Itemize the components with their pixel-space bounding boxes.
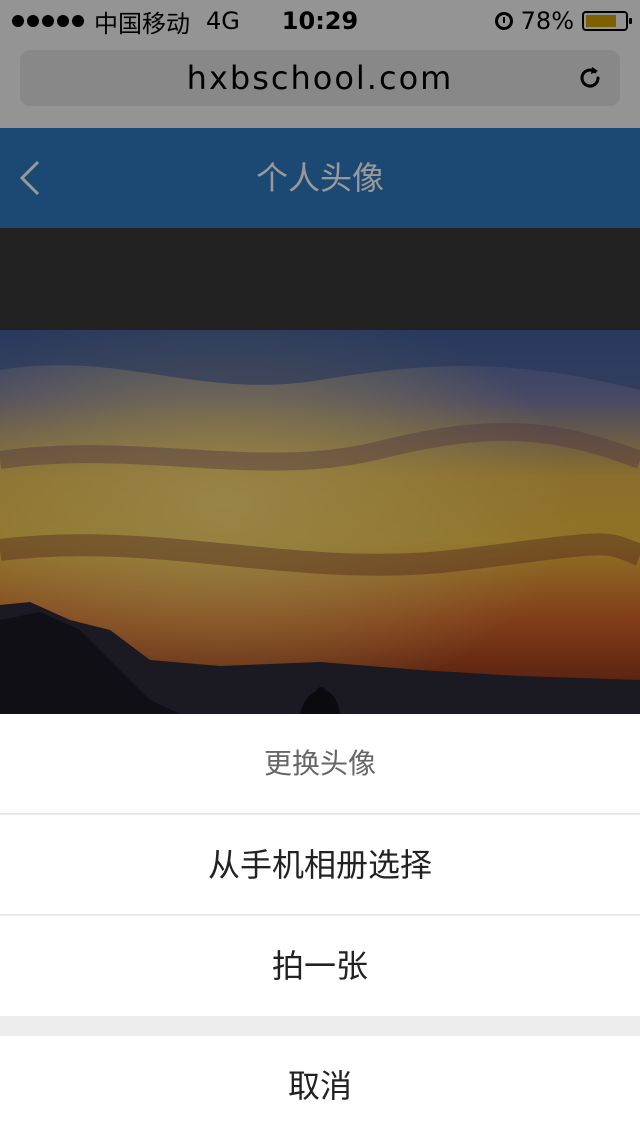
action-sheet-title: 更换头像	[0, 714, 640, 814]
take-photo-button[interactable]: 拍一张	[0, 916, 640, 1016]
modal-dim-overlay[interactable]	[0, 0, 640, 714]
screen: 中国移动 4G 10:29 78% hxbschool.com 个人头像 更换头…	[0, 0, 640, 1136]
choose-from-album-button[interactable]: 从手机相册选择	[0, 815, 640, 915]
cancel-button[interactable]: 取消	[0, 1036, 640, 1136]
action-sheet: 更换头像 从手机相册选择 拍一张 取消	[0, 714, 640, 1136]
